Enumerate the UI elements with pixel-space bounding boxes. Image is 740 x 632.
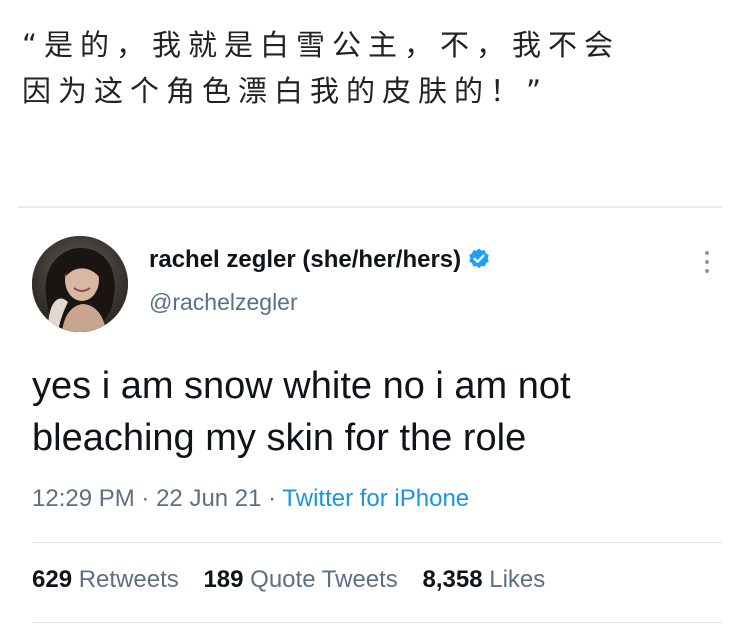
verified-badge-icon (469, 248, 489, 269)
likes-count: 8,358 (422, 566, 483, 593)
meta-separator: · (268, 485, 277, 512)
user-handle[interactable]: @rachelzegler (149, 289, 298, 316)
tweet-text-line-2: bleaching my skin for the role (32, 417, 527, 459)
retweets-stat[interactable]: 629 Retweets (32, 566, 179, 593)
quote-tweets-stat[interactable]: 189 Quote Tweets (203, 566, 397, 593)
retweets-label: Retweets (78, 566, 179, 593)
divider (32, 542, 722, 543)
divider (32, 622, 722, 623)
more-options-icon[interactable] (702, 248, 712, 276)
tweet-card: rachel zegler (she/her/hers) @rachelzegl… (18, 206, 722, 632)
tweet-source-link[interactable]: Twitter for iPhone (282, 485, 469, 512)
caption-line-2: 因为这个角色漂白我的皮肤的！” (22, 74, 549, 108)
display-name-text: rachel zegler (she/her/hers) (149, 246, 462, 273)
quote-tweets-count: 189 (203, 566, 244, 593)
caption-line-1: “是的，我就是白雪公主，不，我不会 (22, 28, 621, 62)
tweet-date[interactable]: 22 Jun 21 (156, 485, 261, 512)
tweet-time[interactable]: 12:29 PM (32, 485, 135, 512)
avatar-photo (32, 236, 128, 332)
likes-stat[interactable]: 8,358 Likes (422, 566, 545, 593)
meta-separator: · (141, 485, 150, 512)
likes-label: Likes (489, 566, 546, 593)
caption-text: “是的，我就是白雪公主，不，我不会 因为这个角色漂白我的皮肤的！” (22, 22, 722, 114)
tweet-body: yes i am snow white no i am not bleachin… (32, 360, 712, 464)
avatar[interactable] (32, 236, 128, 332)
tweet-meta: 12:29 PM · 22 Jun 21 · Twitter for iPhon… (32, 485, 469, 513)
user-display-name[interactable]: rachel zegler (she/her/hers) (149, 246, 491, 274)
quote-tweets-label: Quote Tweets (250, 566, 398, 593)
retweets-count: 629 (32, 566, 73, 593)
tweet-stats: 629 Retweets 189 Quote Tweets 8,358 Like… (32, 566, 563, 594)
tweet-text-line-1: yes i am snow white no i am not (32, 365, 571, 407)
